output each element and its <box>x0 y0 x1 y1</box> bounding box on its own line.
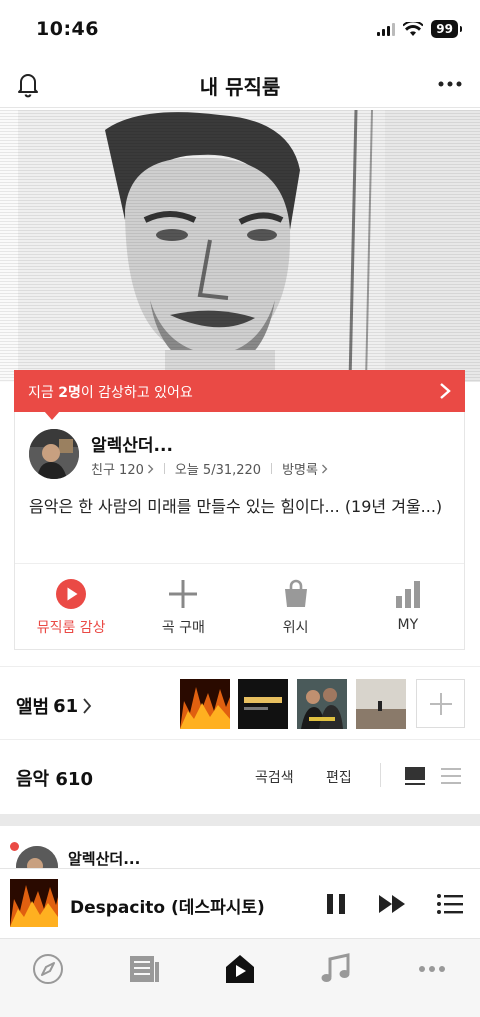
friends-link[interactable]: 친구 120 <box>91 459 154 478</box>
music-section-header: 음악 610 곡검색 편집 <box>0 740 480 814</box>
profile-name[interactable]: 알렉산더... <box>91 431 173 456</box>
music-title: 음악 610 <box>16 765 93 791</box>
guestbook-label: 방명록 <box>282 463 318 478</box>
visits-count: 오늘 5/31,220 <box>174 463 262 478</box>
album-thumb[interactable] <box>297 679 347 729</box>
friends-count: 친구 120 <box>91 463 144 478</box>
more-icon[interactable] <box>436 70 464 98</box>
albums-link[interactable]: 앨범 61 <box>16 693 92 719</box>
shopping-bag-icon <box>284 579 307 607</box>
action-label: 곡 구매 <box>161 620 205 636</box>
chevron-right-icon <box>147 464 154 473</box>
next-icon[interactable] <box>378 891 406 917</box>
add-album-button[interactable] <box>416 679 465 728</box>
cellular-signal-icon <box>377 22 396 36</box>
divider <box>271 463 273 474</box>
feed-author: 알렉산더... <box>68 850 141 868</box>
listening-prefix: 지금 <box>28 385 59 401</box>
section-divider <box>0 814 480 826</box>
status-icons: 99 <box>377 20 462 38</box>
music-room-icon[interactable] <box>222 953 258 985</box>
profile-card: 지금 2명이 감상하고 있어요 알렉산더... 친구 120 오늘 5/31,2… <box>14 370 465 650</box>
listening-suffix: 이 감상하고 있어요 <box>80 385 193 401</box>
music-count: 610 <box>55 769 93 790</box>
guestbook-link[interactable]: 방명록 <box>282 459 328 478</box>
album-art <box>10 879 58 927</box>
tab-bar <box>0 938 480 1017</box>
play-circle-icon <box>56 579 87 609</box>
status-bar: 10:46 99 <box>0 0 480 60</box>
album-thumb[interactable] <box>238 679 288 729</box>
banner-pointer <box>44 411 60 420</box>
card-view-icon[interactable] <box>404 766 426 786</box>
chevron-right-icon <box>322 464 328 473</box>
wish-button[interactable]: 위시 <box>240 564 352 649</box>
battery-indicator: 99 <box>431 20 462 38</box>
music-label: 음악 <box>16 769 50 790</box>
action-bar: 뮤직룸 감상 곡 구매 위시 MY <box>15 563 464 649</box>
album-thumb[interactable] <box>356 679 406 729</box>
avatar[interactable] <box>29 429 79 479</box>
list-view-icon[interactable] <box>440 766 462 786</box>
album-thumb[interactable] <box>180 679 230 729</box>
albums-section: 앨범 61 <box>0 666 480 740</box>
action-label: 뮤직룸 감상 <box>36 620 106 636</box>
feed-icon[interactable] <box>126 953 162 985</box>
pause-icon[interactable] <box>322 891 350 917</box>
listen-room-button[interactable]: 뮤직룸 감상 <box>15 564 127 649</box>
profile-stats: 친구 120 오늘 5/31,220 방명록 <box>91 459 328 478</box>
header: 내 뮤직룸 <box>0 62 480 108</box>
divider <box>163 463 165 474</box>
profile-bio: 음악은 한 사람의 미래를 만들수 있는 힘이다... (19년 겨울...) <box>29 497 443 516</box>
edit-button[interactable]: 편집 <box>326 767 352 787</box>
albums-label: 앨범 <box>16 697 50 718</box>
divider <box>380 763 381 787</box>
mini-player[interactable]: Despacito (데스파시토) <box>0 868 480 938</box>
chevron-right-icon <box>440 383 451 399</box>
visits-stat: 오늘 5/31,220 <box>175 459 261 478</box>
chevron-right-icon <box>83 698 92 714</box>
cover-photo[interactable] <box>0 110 480 382</box>
new-indicator <box>10 842 19 851</box>
music-note-icon[interactable] <box>318 953 354 985</box>
plus-icon <box>169 580 198 608</box>
song-search-button[interactable]: 곡검색 <box>255 767 294 787</box>
now-playing-title: Despacito (데스파시토) <box>70 898 265 918</box>
more-icon[interactable] <box>414 953 450 985</box>
buy-songs-button[interactable]: 곡 구매 <box>127 564 239 649</box>
action-label: 위시 <box>282 620 309 636</box>
albums-count: 61 <box>53 695 79 717</box>
status-time: 10:46 <box>36 18 99 40</box>
page-title: 내 뮤직룸 <box>199 75 281 99</box>
wifi-icon <box>403 21 424 36</box>
playlist-icon[interactable] <box>436 891 464 917</box>
compass-icon[interactable] <box>30 953 66 985</box>
bar-chart-icon <box>395 581 420 608</box>
plus-icon <box>430 693 452 715</box>
listening-count: 2명 <box>58 385 81 401</box>
my-button[interactable]: MY <box>352 564 464 649</box>
listening-text: 지금 2명이 감상하고 있어요 <box>28 382 193 402</box>
listening-banner[interactable]: 지금 2명이 감상하고 있어요 <box>14 370 465 420</box>
action-label: MY <box>397 617 419 633</box>
